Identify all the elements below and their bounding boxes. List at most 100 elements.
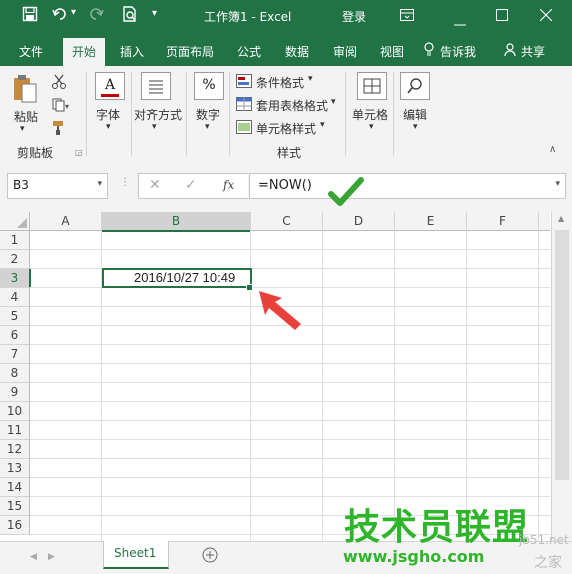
row-header-13[interactable]: 13 xyxy=(0,459,30,478)
ribbon-display-options-icon[interactable] xyxy=(400,9,414,25)
column-header-d[interactable]: D xyxy=(323,212,395,231)
alignment-button[interactable]: 对齐方式 xyxy=(134,106,182,123)
cells-icon[interactable] xyxy=(357,72,387,100)
name-box-dropdown-icon[interactable]: ▾ xyxy=(97,179,102,189)
row-header-7[interactable]: 7 xyxy=(0,345,30,364)
row-header-3[interactable]: 3 xyxy=(0,269,31,288)
tab-formulas[interactable]: 公式 xyxy=(237,43,261,60)
undo-icon[interactable] xyxy=(52,6,70,26)
editing-dropdown-icon[interactable]: ▾ xyxy=(413,122,418,132)
tab-home[interactable]: 开始 xyxy=(63,38,106,66)
paste-dropdown-icon[interactable]: ▾ xyxy=(20,124,25,134)
sheet-tab-label: Sheet1 xyxy=(114,546,157,560)
paste-icon[interactable] xyxy=(12,74,38,107)
save-icon[interactable] xyxy=(22,6,38,26)
name-box[interactable]: B3 ▾ xyxy=(7,173,108,199)
row-header-2[interactable]: 2 xyxy=(0,250,30,269)
print-preview-icon[interactable] xyxy=(122,6,138,27)
scroll-up-icon[interactable]: ▲ xyxy=(558,214,564,223)
collapse-ribbon-icon[interactable]: ∧ xyxy=(549,144,556,155)
insert-function-button[interactable]: fx xyxy=(223,178,234,192)
table-format-button[interactable]: 套用表格格式 xyxy=(256,97,328,114)
column-header-partial[interactable] xyxy=(539,212,550,231)
row-header-12[interactable]: 12 xyxy=(0,440,30,459)
expand-formula-icon[interactable]: ▾ xyxy=(555,179,560,189)
percent-icon[interactable]: % xyxy=(194,72,224,100)
column-header-c[interactable]: C xyxy=(251,212,323,231)
cell-styles-button[interactable]: 单元格样式 xyxy=(256,120,316,137)
row-header-1[interactable]: 1 xyxy=(0,231,30,250)
add-sheet-icon[interactable] xyxy=(202,547,218,566)
share-user-icon[interactable] xyxy=(504,43,516,59)
row-header-9[interactable]: 9 xyxy=(0,383,30,402)
conditional-format-dropdown-icon[interactable]: ▾ xyxy=(308,74,313,84)
cells-dropdown-icon[interactable]: ▾ xyxy=(369,122,374,132)
copy-icon[interactable]: ▾ xyxy=(52,98,70,115)
row-header-14[interactable]: 14 xyxy=(0,478,30,497)
divider xyxy=(86,72,87,156)
login-link[interactable]: 登录 xyxy=(342,8,366,25)
column-header-e[interactable]: E xyxy=(395,212,467,231)
column-header-b[interactable]: B xyxy=(102,212,251,232)
row-header-15[interactable]: 15 xyxy=(0,497,30,516)
font-icon[interactable]: A xyxy=(95,72,125,100)
sheet-tab[interactable]: Sheet1 xyxy=(103,541,169,569)
alignment-dropdown-icon[interactable]: ▾ xyxy=(152,122,157,132)
close-icon[interactable] xyxy=(539,8,553,25)
paste-button[interactable]: 粘贴 xyxy=(14,108,38,125)
formula-text: =NOW() xyxy=(258,178,312,193)
customize-qat-icon[interactable]: ▾ xyxy=(152,8,157,19)
format-painter-icon[interactable] xyxy=(52,120,68,139)
cell-styles-dropdown-icon[interactable]: ▾ xyxy=(320,120,325,130)
gridline-row xyxy=(30,363,550,364)
row-header-16[interactable]: 16 xyxy=(0,516,30,535)
undo-dropdown-icon[interactable]: ▾ xyxy=(71,7,76,18)
number-button[interactable]: 数字 xyxy=(196,106,220,123)
editing-button[interactable]: 编辑 xyxy=(403,106,427,123)
minimize-icon[interactable] xyxy=(454,15,466,30)
conditional-format-icon xyxy=(236,74,252,91)
tab-insert[interactable]: 插入 xyxy=(120,43,144,60)
next-sheet-icon[interactable]: ▶ xyxy=(48,552,55,562)
tab-view[interactable]: 视图 xyxy=(380,43,404,60)
table-format-dropdown-icon[interactable]: ▾ xyxy=(331,97,336,107)
row-header-8[interactable]: 8 xyxy=(0,364,30,383)
row-header-5[interactable]: 5 xyxy=(0,307,30,326)
row-header-10[interactable]: 10 xyxy=(0,402,30,421)
cut-icon[interactable] xyxy=(52,74,66,93)
enter-icon[interactable]: ✓ xyxy=(185,177,197,193)
conditional-format-button[interactable]: 条件格式 xyxy=(256,74,304,91)
worksheet-grid[interactable]: A B C D E F ▲ 1 2 3 4 5 6 7 8 9 10 11 12 13 14 15 16 20… xyxy=(0,212,572,541)
cancel-icon[interactable]: ✕ xyxy=(149,177,161,193)
scrollbar-thumb[interactable] xyxy=(555,230,569,480)
column-header-a[interactable]: A xyxy=(30,212,102,231)
prev-sheet-icon[interactable]: ◀ xyxy=(30,552,37,562)
select-all-corner[interactable] xyxy=(0,212,30,231)
gridline-row xyxy=(30,249,550,250)
clipboard-launcher-icon[interactable]: ◲ xyxy=(75,148,83,157)
tab-file[interactable]: 文件 xyxy=(19,43,43,60)
row-header-11[interactable]: 11 xyxy=(0,421,30,440)
formula-buttons: ✕ ✓ fx xyxy=(138,173,248,199)
tab-data[interactable]: 数据 xyxy=(285,43,309,60)
formula-input[interactable]: =NOW() ▾ xyxy=(249,173,566,199)
vertical-scrollbar[interactable]: ▲ xyxy=(551,212,572,541)
tab-page-layout[interactable]: 页面布局 xyxy=(166,43,214,60)
alignment-icon[interactable] xyxy=(141,72,171,100)
tab-review[interactable]: 审阅 xyxy=(333,43,357,60)
font-dropdown-icon[interactable]: ▾ xyxy=(106,122,111,132)
number-dropdown-icon[interactable]: ▾ xyxy=(205,122,210,132)
font-button[interactable]: 字体 xyxy=(96,106,120,123)
fill-handle[interactable] xyxy=(246,284,253,291)
tell-me-box[interactable]: 告诉我 xyxy=(440,43,476,60)
row-header-6[interactable]: 6 xyxy=(0,326,30,345)
share-button[interactable]: 共享 xyxy=(521,43,545,60)
vertical-dots-icon: ⋮ xyxy=(120,177,130,188)
redo-icon[interactable] xyxy=(86,6,104,26)
gridline-row xyxy=(30,496,550,497)
row-header-4[interactable]: 4 xyxy=(0,288,30,307)
search-icon[interactable] xyxy=(400,72,430,100)
cells-button[interactable]: 单元格 xyxy=(352,106,388,123)
restore-icon[interactable] xyxy=(496,9,508,25)
column-header-f[interactable]: F xyxy=(467,212,539,231)
